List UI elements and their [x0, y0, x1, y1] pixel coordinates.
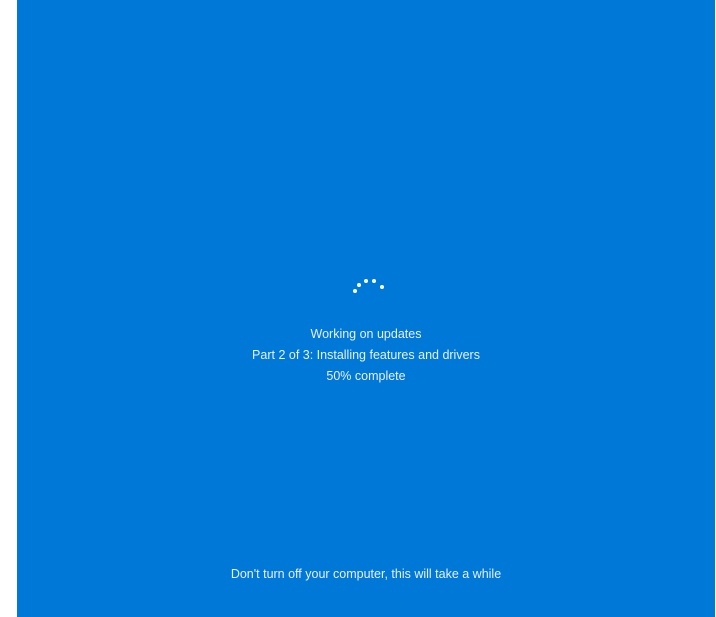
status-part: Part 2 of 3: Installing features and dri… [252, 348, 480, 362]
update-status: Working on updates Part 2 of 3: Installi… [17, 324, 715, 387]
status-heading: Working on updates [310, 327, 422, 341]
update-screen: Working on updates Part 2 of 3: Installi… [17, 0, 715, 617]
loading-dots-icon [351, 270, 391, 300]
warning-message: Don't turn off your computer, this will … [230, 567, 502, 581]
progress-text: 50% complete [326, 369, 406, 383]
